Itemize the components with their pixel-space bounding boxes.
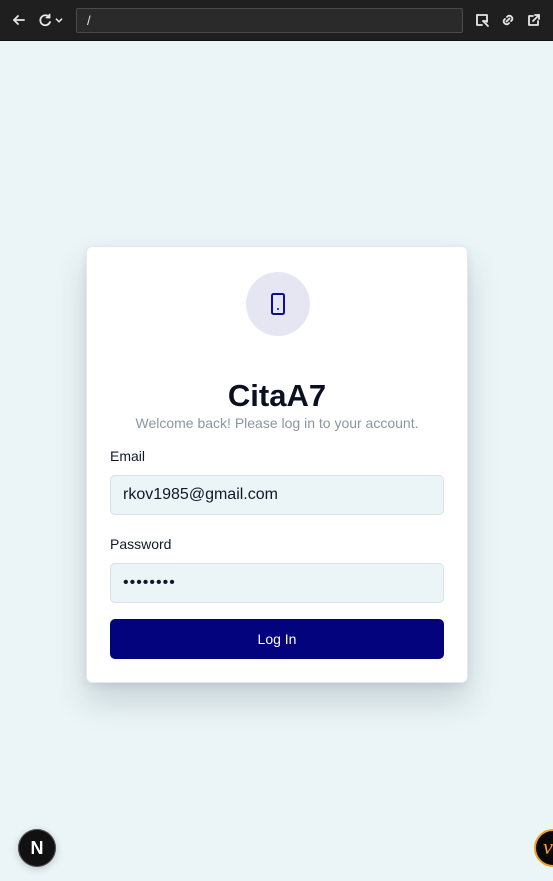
back-button[interactable] (10, 11, 28, 29)
inspect-button[interactable] (473, 11, 491, 29)
page-content: CitaA7 Welcome back! Please log in to yo… (0, 41, 553, 881)
reload-icon (39, 13, 51, 27)
corner-letter-icon: v (543, 834, 553, 859)
link-icon (502, 14, 514, 26)
login-card: CitaA7 Welcome back! Please log in to yo… (86, 246, 468, 683)
login-subtitle: Welcome back! Please log in to your acco… (135, 415, 419, 431)
inspect-icon (476, 14, 489, 27)
next-dev-badge[interactable]: N (18, 829, 56, 867)
back-arrow-icon (13, 15, 25, 25)
address-bar[interactable]: / (76, 8, 463, 33)
page-title: CitaA7 (227, 377, 327, 413)
external-link-icon (528, 14, 540, 26)
logo-badge (246, 272, 310, 336)
password-label: Password (110, 536, 172, 552)
password-field[interactable]: •••••••• (110, 563, 444, 603)
corner-widget[interactable]: v (534, 829, 553, 867)
email-field[interactable]: rkov1985@gmail.com (110, 475, 444, 515)
link-button[interactable] (499, 11, 517, 29)
next-letter-icon: N (30, 838, 44, 858)
tablet-icon (271, 293, 285, 315)
open-external-button[interactable] (525, 11, 543, 29)
email-label: Email (110, 448, 146, 464)
browser-toolbar: / (0, 0, 553, 41)
chevron-down-icon (55, 18, 63, 23)
login-button[interactable]: Log In (110, 619, 444, 659)
reload-dropdown-button[interactable] (52, 11, 66, 29)
